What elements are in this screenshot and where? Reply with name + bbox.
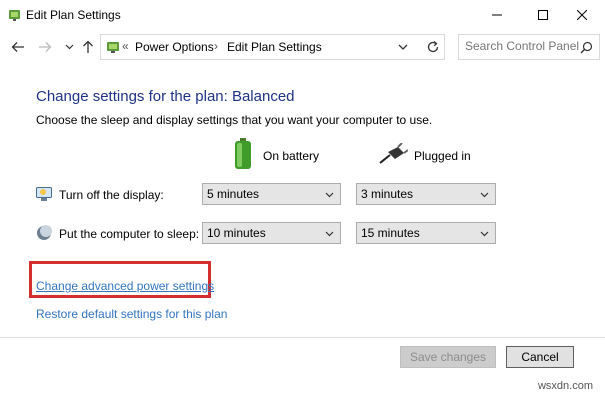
chevron-down-icon <box>480 192 489 198</box>
address-overflow[interactable]: « <box>122 39 129 53</box>
display-battery-value: 5 minutes <box>207 187 260 201</box>
display-plugged-value: 3 minutes <box>361 187 414 201</box>
close-button[interactable] <box>559 0 605 30</box>
recent-locations-button[interactable] <box>60 37 78 57</box>
plugged-in-label: Plugged in <box>414 149 471 163</box>
footer-divider <box>0 337 605 338</box>
search-input[interactable] <box>459 35 585 57</box>
save-changes-button[interactable]: Save changes <box>400 346 496 368</box>
up-button[interactable] <box>79 37 97 57</box>
sleep-plugged-select[interactable]: 15 minutes <box>356 222 496 244</box>
chevron-down-icon <box>325 192 334 198</box>
breadcrumb-separator[interactable]: › <box>214 39 218 53</box>
battery-icon <box>235 138 251 169</box>
display-plugged-select[interactable]: 3 minutes <box>356 183 496 205</box>
back-arrow-icon <box>11 42 24 52</box>
power-plan-icon <box>9 10 20 21</box>
on-battery-label: On battery <box>263 149 320 163</box>
page-title: Change settings for the plan: Balanced <box>36 88 295 105</box>
watermark: wsxdn.com <box>537 380 593 392</box>
back-button[interactable] <box>9 37 27 57</box>
display-battery-select[interactable]: 5 minutes <box>202 183 341 205</box>
sleep-label: Put the computer to sleep: <box>59 227 200 241</box>
chevron-down-icon <box>480 231 489 237</box>
chevron-down-icon <box>65 44 73 50</box>
breadcrumb-power-options[interactable]: Power Options <box>135 40 214 54</box>
page-description: Choose the sleep and display settings th… <box>36 113 433 127</box>
chevron-down-icon <box>325 231 334 237</box>
refresh-button[interactable] <box>420 34 446 60</box>
sleep-battery-select[interactable]: 10 minutes <box>202 222 341 244</box>
close-icon <box>577 10 587 20</box>
forward-button[interactable] <box>36 37 54 57</box>
restore-defaults-link[interactable]: Restore default settings for this plan <box>36 307 227 321</box>
breadcrumb-edit-plan-settings[interactable]: Edit Plan Settings <box>227 40 322 54</box>
sleep-plugged-value: 15 minutes <box>361 226 420 240</box>
search-box[interactable] <box>458 34 600 60</box>
power-plan-icon <box>107 42 119 53</box>
minimize-icon <box>492 14 502 16</box>
cancel-button[interactable]: Cancel <box>506 346 574 368</box>
address-dropdown-icon[interactable] <box>396 40 410 54</box>
minimize-button[interactable] <box>474 0 520 30</box>
search-icon <box>580 41 593 54</box>
change-advanced-power-settings-link[interactable]: Change advanced power settings <box>36 279 214 293</box>
display-icon <box>36 187 52 201</box>
window-title: Edit Plan Settings <box>26 8 121 22</box>
refresh-icon <box>427 41 439 53</box>
power-plug-icon <box>379 143 408 164</box>
sleep-battery-value: 10 minutes <box>207 226 266 240</box>
maximize-icon <box>538 10 548 20</box>
up-arrow-icon <box>83 40 93 53</box>
forward-arrow-icon <box>39 42 52 52</box>
turn-off-display-label: Turn off the display: <box>59 188 164 202</box>
sleep-icon <box>37 225 52 240</box>
